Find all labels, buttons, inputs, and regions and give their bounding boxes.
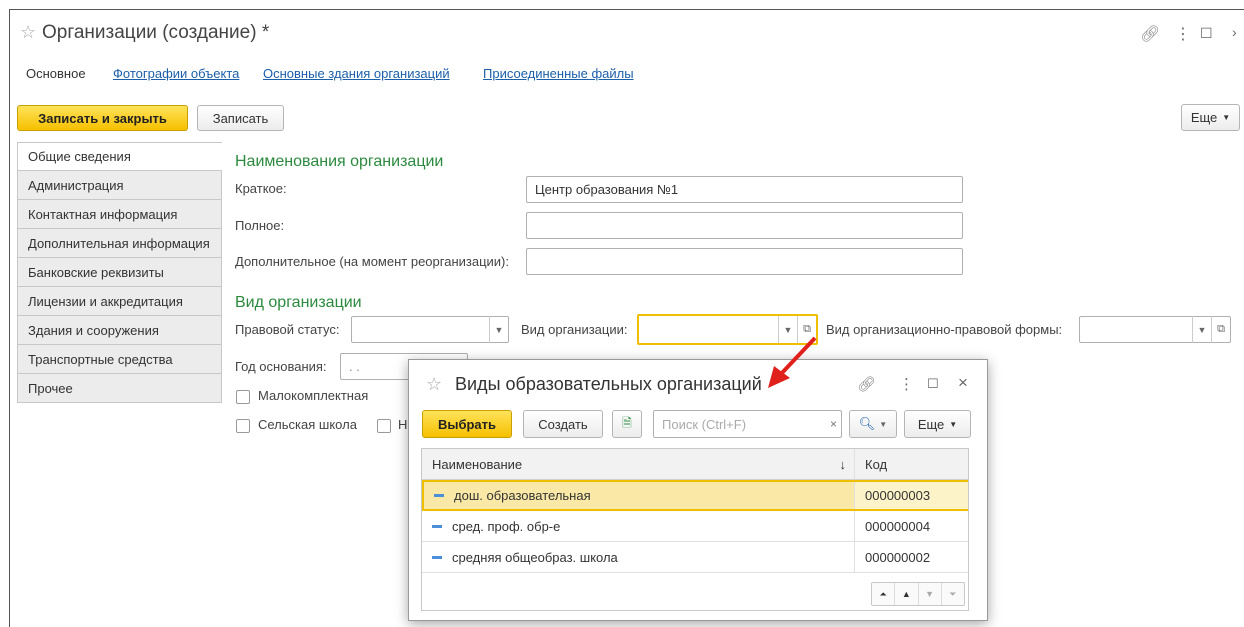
row-name: средняя общеобраз. школа xyxy=(452,549,618,565)
item-icon xyxy=(432,524,442,528)
side-tab-administration[interactable]: Администрация xyxy=(17,171,222,200)
create-button[interactable]: Создать xyxy=(523,410,603,438)
chevron-down-icon: ▼ xyxy=(1222,113,1231,122)
rural-school-checkbox[interactable] xyxy=(236,419,250,433)
column-header-name[interactable]: Наименование ↓ xyxy=(422,457,854,472)
search-input[interactable]: Поиск (Ctrl+F) × xyxy=(653,410,842,438)
row-name: дош. образовательная xyxy=(454,488,591,503)
favorite-star-icon[interactable]: ☆ xyxy=(20,22,36,43)
save-and-close-button[interactable]: Записать и закрыть xyxy=(17,105,188,131)
save-button[interactable]: Записать xyxy=(197,105,284,131)
row-code: 000000002 xyxy=(854,542,930,572)
tab-buildings[interactable]: Основные здания организаций xyxy=(263,66,450,81)
prev-page-icon[interactable]: ▲ xyxy=(895,583,919,605)
side-tab-licenses[interactable]: Лицензии и аккредитация xyxy=(17,287,222,316)
item-icon xyxy=(434,494,444,497)
row-name-cell: средняя общеобраз. школа xyxy=(422,550,854,565)
small-school-checkbox[interactable] xyxy=(236,390,250,404)
side-tab-buildings[interactable]: Здания и сооружения xyxy=(17,316,222,345)
side-tab-bank[interactable]: Банковские реквизиты xyxy=(17,258,222,287)
small-school-label: Малокомплектная xyxy=(258,388,369,403)
tab-main[interactable]: Основное xyxy=(26,66,86,81)
search-button[interactable]: 🔍︎ ▼ xyxy=(849,410,897,438)
annotation-arrow xyxy=(768,336,817,388)
side-tab-additional[interactable]: Дополнительная информация xyxy=(17,229,222,258)
year-label: Год основания: xyxy=(235,359,327,374)
copy-document-icon[interactable]: 🗎︎ xyxy=(612,410,642,438)
rural-school-label: Сельская школа xyxy=(258,417,357,432)
more-actions-icon[interactable]: ⋮ xyxy=(1175,24,1191,44)
search-placeholder: Поиск (Ctrl+F) xyxy=(662,416,747,432)
item-icon xyxy=(432,555,442,559)
row-name-cell: дош. образовательная xyxy=(424,488,854,503)
full-name-input[interactable] xyxy=(526,212,963,239)
other-checkbox[interactable] xyxy=(377,419,391,433)
short-name-input[interactable]: Центр образования №1 xyxy=(526,176,963,203)
select-button[interactable]: Выбрать xyxy=(422,410,512,438)
row-code: 000000004 xyxy=(854,511,930,541)
side-tab-vehicles[interactable]: Транспортные средства xyxy=(17,345,222,374)
link-icon[interactable]: 🔗︎ xyxy=(857,375,876,393)
table-navigation: ⏶ ▲ ▼ ⏷ xyxy=(871,582,965,606)
more-button[interactable]: Еще ▼ xyxy=(1181,104,1240,131)
close-icon[interactable]: › xyxy=(1232,24,1237,40)
popup-more-button[interactable]: Еще ▼ xyxy=(904,410,971,438)
other-checkbox-label: Н xyxy=(398,417,408,432)
more-actions-icon[interactable]: ⋮ xyxy=(899,375,914,393)
legal-status-label: Правовой статус: xyxy=(235,322,340,337)
row-name-cell: сред. проф. обр-е xyxy=(422,519,854,534)
first-page-icon[interactable]: ⏶ xyxy=(872,583,896,605)
open-icon[interactable]: ⧉ xyxy=(1211,316,1230,343)
clear-icon[interactable]: × xyxy=(830,417,837,431)
search-icon: 🔍︎ xyxy=(858,416,876,431)
tab-photos[interactable]: Фотографии объекта xyxy=(113,66,239,81)
close-icon[interactable]: × xyxy=(958,373,968,393)
more-label: Еще xyxy=(1190,110,1218,125)
column-name-label: Наименование xyxy=(432,456,523,472)
chevron-down-icon: ▼ xyxy=(879,419,888,429)
link-icon[interactable]: 🔗︎ xyxy=(1140,24,1160,44)
chevron-down-icon: ▼ xyxy=(949,419,958,429)
full-name-label: Полное: xyxy=(235,218,285,233)
sort-arrow-icon: ↓ xyxy=(839,456,847,472)
maximize-icon[interactable]: ☐ xyxy=(1200,25,1213,42)
legal-form-label: Вид организационно-правовой формы: xyxy=(826,322,1063,337)
favorite-star-icon[interactable]: ☆ xyxy=(426,374,442,395)
table-header: Наименование ↓ Код xyxy=(422,449,968,480)
extra-name-label: Дополнительное (на момент реорганизации)… xyxy=(235,254,509,269)
column-header-code[interactable]: Код xyxy=(854,449,887,479)
names-heading: Наименования организации xyxy=(235,153,444,170)
table-row[interactable]: дош. образовательная 000000003 xyxy=(422,480,968,511)
kind-heading: Вид организации xyxy=(235,294,362,311)
chevron-down-icon[interactable]: ▼ xyxy=(489,316,508,343)
chevron-down-icon[interactable]: ▼ xyxy=(1192,316,1211,343)
next-page-icon[interactable]: ▼ xyxy=(919,583,942,605)
window-title: Организации (создание) * xyxy=(42,22,270,43)
side-tab-contacts[interactable]: Контактная информация xyxy=(17,200,222,229)
popup-title: Виды образовательных организаций xyxy=(455,374,762,394)
tab-files[interactable]: Присоединенные файлы xyxy=(483,66,634,81)
popup-more-label: Еще xyxy=(917,416,945,432)
table-row[interactable]: средняя общеобраз. школа 000000002 xyxy=(422,542,968,573)
side-tab-general[interactable]: Общие сведения xyxy=(17,142,222,171)
extra-name-input[interactable] xyxy=(526,248,963,275)
last-page-icon[interactable]: ⏷ xyxy=(942,583,964,605)
short-name-label: Краткое: xyxy=(235,181,287,196)
legal-form-select[interactable]: ▼ ⧉ xyxy=(1079,316,1231,343)
org-types-popup: ☆ Виды образовательных организаций 🔗︎ ⋮ … xyxy=(408,359,988,621)
row-code: 000000003 xyxy=(854,482,968,509)
legal-status-select[interactable]: ▼ xyxy=(351,316,509,343)
maximize-icon[interactable]: ☐ xyxy=(927,376,939,392)
side-tab-other[interactable]: Прочее xyxy=(17,374,222,403)
org-kind-label: Вид организации: xyxy=(521,322,628,337)
table-row[interactable]: сред. проф. обр-е 000000004 xyxy=(422,511,968,542)
row-name: сред. проф. обр-е xyxy=(452,518,561,534)
